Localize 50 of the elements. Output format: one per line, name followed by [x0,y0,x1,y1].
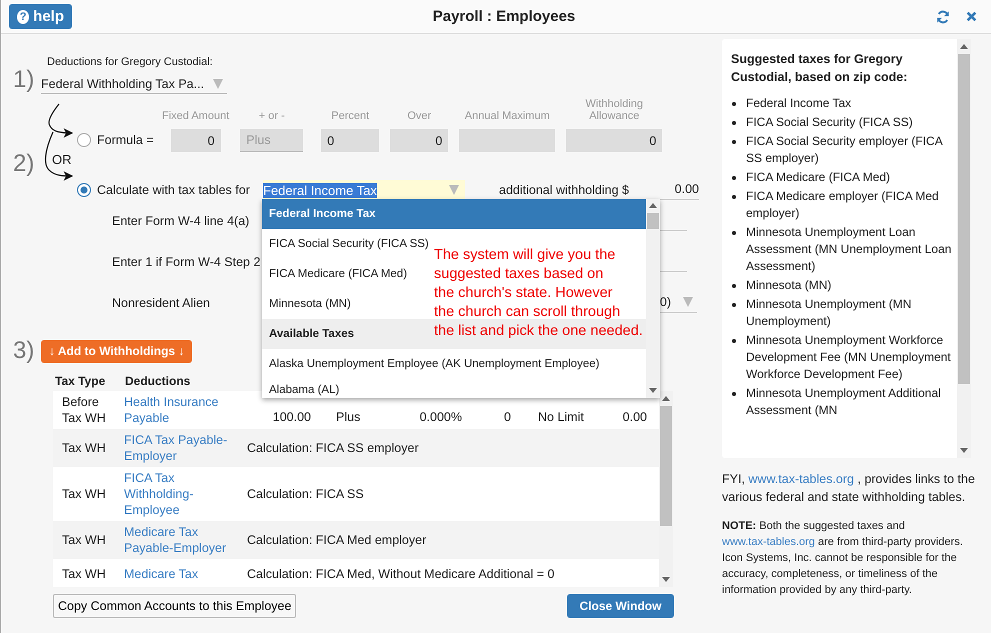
table-cell-text: 100.00 [272,410,311,424]
list-item: Minnesota Unemployment Loan Assessment (MN Unemployment Loan Assessment) [746,224,952,275]
table-cell-text: Tax WH [61,440,107,456]
step-number: 2) [12,150,36,178]
table-cell-text: Calculation: FICA SS [246,487,365,501]
table-cell-text: Before Tax WH [61,394,107,426]
table-cell-text: 0 [503,410,511,424]
annotation-text: The system will give you the suggested taxes based on the church's state. However the church can scroll through the list and pick the one needed. [434,246,643,341]
table-cell-text: 0.00 [622,410,647,424]
column-header: Deductions [125,374,190,388]
table-cell-text: Tax WH [61,486,107,502]
column-label: Annual Maximum [464,110,551,122]
field-label: Enter 1 if Form W-4 Step 2 [112,254,260,268]
table-cell-text: Tax WH [61,566,107,582]
list-item: Minnesota Unemployment (MN Unemployment) [746,296,912,330]
list-item: FICA Medicare employer (FICA Med employer) [746,188,940,222]
step-number: 3) [12,337,36,365]
or-label: OR [52,152,72,167]
panel-title: Suggested taxes for Gregory Custodial, based on zip code: [731,51,908,86]
table-cell-text: 0.000% [418,410,462,424]
column-label: Fixed Amount [162,110,230,122]
table-cell-text: Calculation: FICA Med, Without Medicare Additional = 0 [246,567,556,581]
list-item: Minnesota (MN) [746,277,832,294]
radio-label: Formula = [97,133,154,147]
table-cell-text: Tax WH [61,532,107,548]
list-item: FICA Social Security (FICA SS) [746,114,913,131]
column-header: Tax Type [54,374,106,388]
list-item: Federal Income Tax [746,95,852,112]
field-label: Nonresident Alien [112,296,210,310]
list-item: FICA Medicare (FICA Med) [746,169,890,186]
group-header: Available Taxes [269,328,354,340]
column-label: Over [407,110,432,122]
info-text: FYI, www.tax-tables.org , provides links to the various federal and state withholding tables. [722,471,976,506]
info-text: NOTE: Both the suggested taxes and www.tax-tables.org are from third-party providers. Icon Systems, Inc. cannot be responsible for the accuracy, completeness, or timeliness of the information provided by any third-party. [722,519,964,598]
column-label: Percent [331,110,370,122]
list-item: Minnesota Unemployment Additional Assessment (MN [746,385,942,419]
field-label: Enter Form W-4 line 4(a) [112,214,250,228]
field-label: additional withholding $ [499,183,630,197]
table-cell-text: Plus [335,410,362,424]
list-item: FICA Social Security employer (FICA SS employer) [746,133,944,167]
column-label: Withholding Allowance [584,98,644,122]
field-label: Deductions for Gregory Custodial: [46,56,214,68]
table-cell-text: Calculation: FICA Med employer [246,533,428,547]
table-cell-text: No Limit [537,410,585,424]
table-cell-text: Calculation: FICA SS employer [246,441,420,455]
radio-label: Calculate with tax tables for [97,183,251,197]
window-title: Payroll : Employees [432,8,576,25]
list-item: Minnesota Unemployment Workforce Development Fee (MN Unemployment Workforce Development Fee) [746,332,952,383]
step-number: 1) [12,66,36,94]
column-label: + or - [258,110,285,122]
